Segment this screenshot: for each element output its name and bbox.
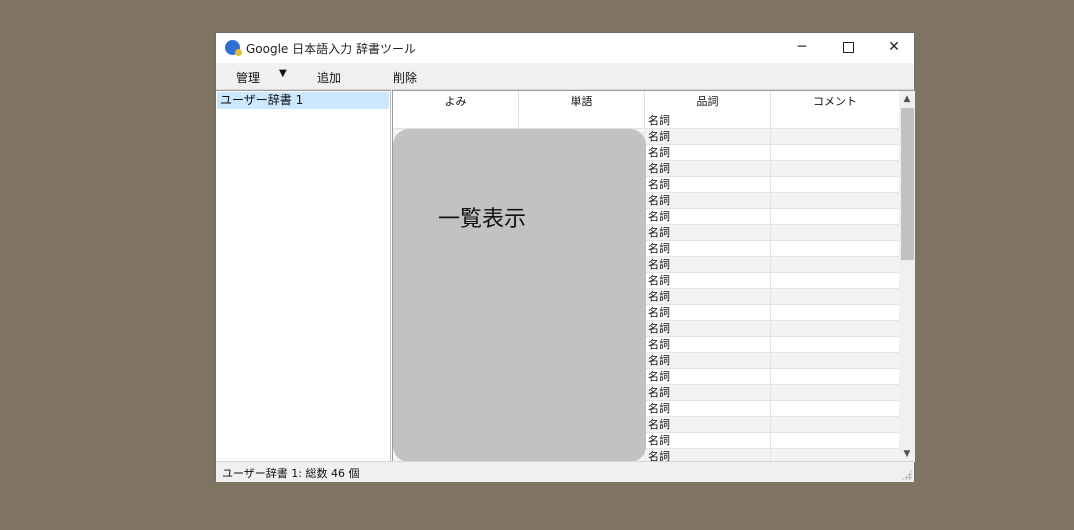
part-of-speech-cell[interactable]: 名詞 (645, 369, 771, 385)
scrollbar-thumb[interactable] (901, 108, 914, 260)
part-of-speech-cell[interactable]: 名詞 (645, 273, 771, 289)
comment-cell[interactable] (771, 305, 900, 321)
part-of-speech-cell[interactable]: 名詞 (645, 305, 771, 321)
comment-cell[interactable] (771, 129, 900, 145)
part-of-speech-cell[interactable]: 名詞 (645, 161, 771, 177)
maximize-button[interactable] (825, 33, 871, 63)
status-text: ユーザー辞書 1: 総数 46 個 (222, 467, 360, 480)
status-bar: ユーザー辞書 1: 総数 46 個 (216, 461, 914, 482)
list-view-overlay: 一覧表示 (393, 129, 646, 462)
minimize-icon: ─ (797, 39, 807, 55)
comment-cell[interactable] (771, 353, 900, 369)
comment-cell[interactable] (771, 417, 900, 433)
delete-button[interactable]: 削除 (393, 69, 417, 86)
part-of-speech-cell[interactable]: 名詞 (645, 225, 771, 241)
comment-cell[interactable] (771, 209, 900, 225)
comment-cell[interactable] (771, 321, 900, 337)
window-title: Google 日本語入力 辞書ツール (246, 42, 416, 56)
comment-cell[interactable] (771, 145, 900, 161)
part-of-speech-cell[interactable]: 名詞 (645, 113, 771, 129)
comment-cell[interactable] (771, 337, 900, 353)
dropdown-arrow-icon[interactable]: ▼ (279, 68, 287, 79)
close-icon: ✕ (888, 39, 900, 55)
part-of-speech-cell[interactable]: 名詞 (645, 209, 771, 225)
google-ime-app-icon (225, 40, 242, 56)
part-of-speech-cell[interactable]: 名詞 (645, 321, 771, 337)
part-of-speech-cell[interactable]: 名詞 (645, 401, 771, 417)
part-of-speech-cell[interactable]: 名詞 (645, 289, 771, 305)
comment-cell[interactable] (771, 225, 900, 241)
comment-cell[interactable] (771, 401, 900, 417)
scroll-up-icon[interactable]: ▲ (899, 91, 915, 107)
part-of-speech-cell[interactable]: 名詞 (645, 177, 771, 193)
toolbar: 管理 ▼ 追加 削除 (216, 63, 914, 90)
overlay-label: 一覧表示 (438, 207, 527, 232)
part-of-speech-cell[interactable]: 名詞 (645, 145, 771, 161)
part-of-speech-cell[interactable]: 名詞 (645, 353, 771, 369)
comment-cell[interactable] (771, 385, 900, 401)
part-of-speech-cell[interactable]: 名詞 (645, 241, 771, 257)
part-of-speech-cell[interactable]: 名詞 (645, 337, 771, 353)
comment-cell[interactable] (771, 113, 900, 129)
comment-cell[interactable] (771, 241, 900, 257)
word-cell[interactable] (519, 113, 645, 129)
resize-grip-icon[interactable] (902, 470, 912, 480)
comment-cell[interactable] (771, 433, 900, 449)
reading-cell[interactable] (393, 113, 519, 129)
comment-cell[interactable] (771, 193, 900, 209)
add-button[interactable]: 追加 (317, 69, 341, 86)
comment-cell[interactable] (771, 161, 900, 177)
minimize-button[interactable]: ─ (779, 33, 825, 63)
vertical-scrollbar[interactable]: ▲ ▼ (899, 90, 915, 462)
scroll-down-icon[interactable]: ▼ (899, 446, 915, 462)
part-of-speech-cell[interactable]: 名詞 (645, 129, 771, 145)
dictionary-tool-window: Google 日本語入力 辞書ツール ─ ✕ 管理 ▼ 追加 削除 ユーザー辞書… (215, 32, 915, 482)
table-row[interactable]: 名詞 (393, 113, 900, 129)
part-of-speech-cell[interactable]: 名詞 (645, 433, 771, 449)
title-bar[interactable]: Google 日本語入力 辞書ツール ─ ✕ (216, 33, 914, 63)
dictionary-item-user-1[interactable]: ユーザー辞書 1 (217, 92, 389, 109)
comment-cell[interactable] (771, 257, 900, 273)
manage-menu-button[interactable]: 管理 (236, 69, 260, 86)
part-of-speech-cell[interactable]: 名詞 (645, 417, 771, 433)
part-of-speech-cell[interactable]: 名詞 (645, 257, 771, 273)
comment-cell[interactable] (771, 369, 900, 385)
part-of-speech-cell[interactable]: 名詞 (645, 385, 771, 401)
comment-cell[interactable] (771, 273, 900, 289)
dictionary-list: ユーザー辞書 1 (216, 90, 391, 462)
close-button[interactable]: ✕ (871, 33, 917, 63)
maximize-icon (842, 41, 854, 53)
comment-cell[interactable] (771, 289, 900, 305)
comment-cell[interactable] (771, 177, 900, 193)
part-of-speech-cell[interactable]: 名詞 (645, 193, 771, 209)
